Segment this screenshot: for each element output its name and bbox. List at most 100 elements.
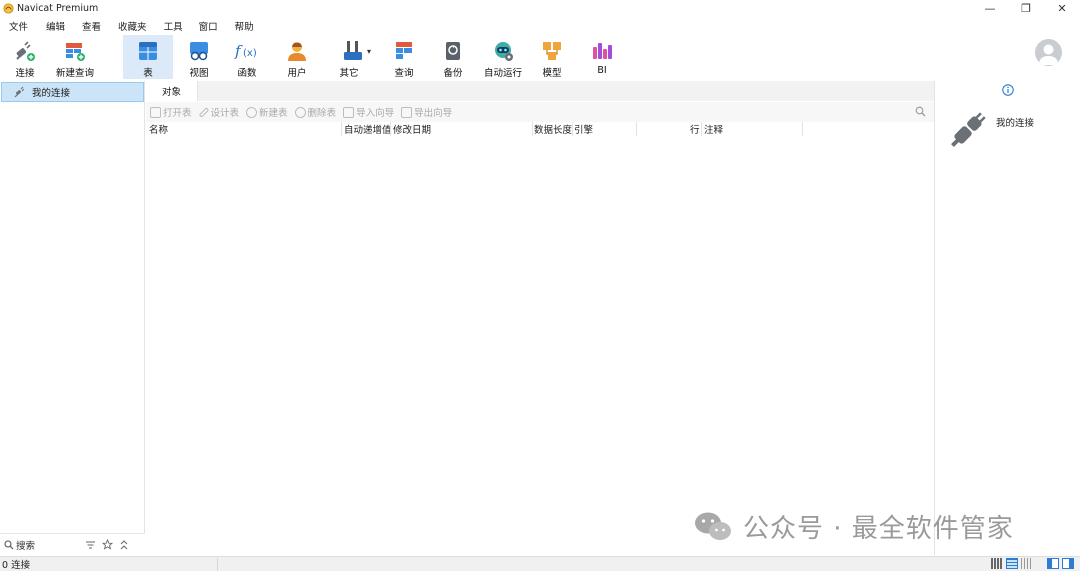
- connections-panel: 我的连接: [0, 81, 145, 555]
- import-icon: [343, 106, 355, 118]
- search-icon[interactable]: [915, 106, 926, 117]
- toolbar-label: 新建查询: [55, 68, 94, 79]
- info-panel-title: 我的连接: [996, 118, 1035, 129]
- user-avatar[interactable]: [1035, 39, 1062, 66]
- filter-icon[interactable]: [85, 540, 96, 550]
- menu-tools[interactable]: 工具: [159, 19, 188, 33]
- plus-icon: [246, 106, 258, 118]
- window-title: Navicat Premium: [17, 3, 99, 14]
- toolbar-automation-button[interactable]: 自动运行: [482, 35, 524, 79]
- toolbar-label: 连接: [15, 68, 35, 79]
- objects-area: 对象 打开表 设计表 新建表 删除表 导入向导 导出向导 名称 自动递增值 修改…: [146, 81, 934, 555]
- new-table-button[interactable]: 新建表: [246, 105, 288, 119]
- connections-search-bar: 搜索: [0, 533, 145, 555]
- new-table-label: 新建表: [259, 108, 288, 119]
- toolbar-user-button[interactable]: 用户: [282, 35, 312, 79]
- import-wizard-button[interactable]: 导入向导: [343, 105, 394, 119]
- tools-icon: [343, 41, 362, 60]
- view-mode-switcher: [991, 558, 1074, 569]
- toolbar-query-button[interactable]: 查询: [389, 35, 419, 79]
- toolbar-label: 模型: [542, 68, 562, 79]
- column-modified-date[interactable]: 修改日期: [393, 122, 431, 136]
- menu-bar: 文件 编辑 查看 收藏夹 工具 窗口 帮助: [0, 17, 1080, 35]
- list-view-icon[interactable]: [1006, 558, 1018, 569]
- toolbar-label: 视图: [189, 68, 209, 79]
- bi-icon: [593, 43, 612, 59]
- wechat-icon: [695, 512, 731, 540]
- open-table-label: 打开表: [163, 108, 192, 119]
- column-engine[interactable]: 引擎: [574, 122, 593, 136]
- export-wizard-label: 导出向导: [414, 108, 453, 119]
- menu-help[interactable]: 帮助: [230, 19, 259, 33]
- toolbar-label: 表: [143, 68, 153, 79]
- column-data-length[interactable]: 数据长度: [534, 122, 572, 136]
- design-table-button[interactable]: 设计表: [198, 105, 239, 119]
- column-auto-increment[interactable]: 自动递增值: [344, 122, 392, 136]
- menu-edit[interactable]: 编辑: [41, 19, 70, 33]
- model-icon: [543, 42, 561, 60]
- avatar-person-icon: [1039, 44, 1058, 65]
- close-button[interactable]: ✕: [1044, 0, 1080, 17]
- search-icon: [4, 539, 14, 549]
- restore-button[interactable]: ❐: [1008, 0, 1044, 17]
- svg-text:f: f: [234, 42, 243, 60]
- menu-window[interactable]: 窗口: [194, 19, 223, 33]
- chevron-down-icon: ▾: [366, 46, 371, 56]
- column-divider[interactable]: [636, 122, 637, 136]
- column-divider[interactable]: [572, 122, 573, 136]
- search-input[interactable]: 搜索: [16, 538, 35, 552]
- toolbar-label: 用户: [287, 68, 307, 79]
- toolbar-model-button[interactable]: 模型: [537, 35, 567, 79]
- table-icon: [139, 42, 157, 60]
- toolbar-function-button[interactable]: f (x) 函数: [232, 35, 262, 79]
- column-name[interactable]: 名称: [149, 122, 168, 136]
- column-divider[interactable]: [390, 122, 391, 136]
- robot-icon: [495, 42, 513, 61]
- tab-objects[interactable]: 对象: [146, 81, 198, 101]
- title-bar: Navicat Premium — ❐ ✕: [0, 0, 1080, 17]
- user-icon: [288, 42, 306, 61]
- delete-table-button[interactable]: 删除表: [294, 105, 337, 119]
- tab-bar: 对象: [146, 81, 934, 101]
- toolbar-view-button[interactable]: 视图: [184, 35, 214, 79]
- column-comment[interactable]: 注释: [704, 122, 723, 136]
- toolbar-new-query-button[interactable]: 新建查询: [54, 35, 96, 79]
- menu-favorites[interactable]: 收藏夹: [113, 19, 152, 33]
- column-divider[interactable]: [701, 122, 702, 136]
- export-icon: [401, 106, 413, 118]
- detail-view-icon[interactable]: [1021, 558, 1033, 569]
- toolbar-table-button[interactable]: 表: [123, 35, 173, 79]
- plug-icon: [14, 86, 25, 98]
- menu-view[interactable]: 查看: [77, 19, 106, 33]
- connection-group-item[interactable]: 我的连接: [1, 82, 144, 102]
- pencil-icon: [198, 106, 209, 118]
- toolbar-label: 函数: [237, 68, 257, 79]
- export-wizard-button[interactable]: 导出向导: [401, 105, 452, 119]
- open-table-button[interactable]: 打开表: [150, 105, 192, 119]
- star-icon[interactable]: [102, 539, 113, 550]
- status-divider: [217, 558, 218, 571]
- info-icon[interactable]: [1002, 84, 1014, 96]
- column-divider[interactable]: [532, 122, 533, 136]
- menu-file[interactable]: 文件: [4, 19, 33, 33]
- collapse-icon[interactable]: [119, 539, 129, 550]
- toolbar-connect-button[interactable]: 连接: [6, 35, 44, 79]
- window-controls: — ❐ ✕: [972, 0, 1080, 17]
- navicat-logo-icon: [3, 3, 14, 14]
- delete-table-label: 删除表: [307, 108, 337, 119]
- new-query-icon: [66, 43, 85, 61]
- open-table-icon: [150, 106, 161, 118]
- column-rows[interactable]: 行: [690, 122, 700, 136]
- column-divider[interactable]: [341, 122, 342, 136]
- toolbar-other-button[interactable]: ▾ 其它: [334, 35, 378, 79]
- toolbar-label: 备份: [443, 68, 463, 79]
- column-divider[interactable]: [802, 122, 803, 136]
- minimize-button[interactable]: —: [972, 0, 1008, 17]
- left-pane-toggle-icon[interactable]: [1047, 558, 1059, 569]
- toolbar-backup-button[interactable]: 备份: [438, 35, 468, 79]
- plug-icon: [16, 41, 35, 61]
- right-pane-toggle-icon[interactable]: [1062, 558, 1074, 569]
- toolbar-bi-button[interactable]: BI: [587, 35, 617, 79]
- grid-view-icon[interactable]: [991, 558, 1003, 569]
- object-toolbar: 打开表 设计表 新建表 删除表 导入向导 导出向导: [146, 102, 934, 122]
